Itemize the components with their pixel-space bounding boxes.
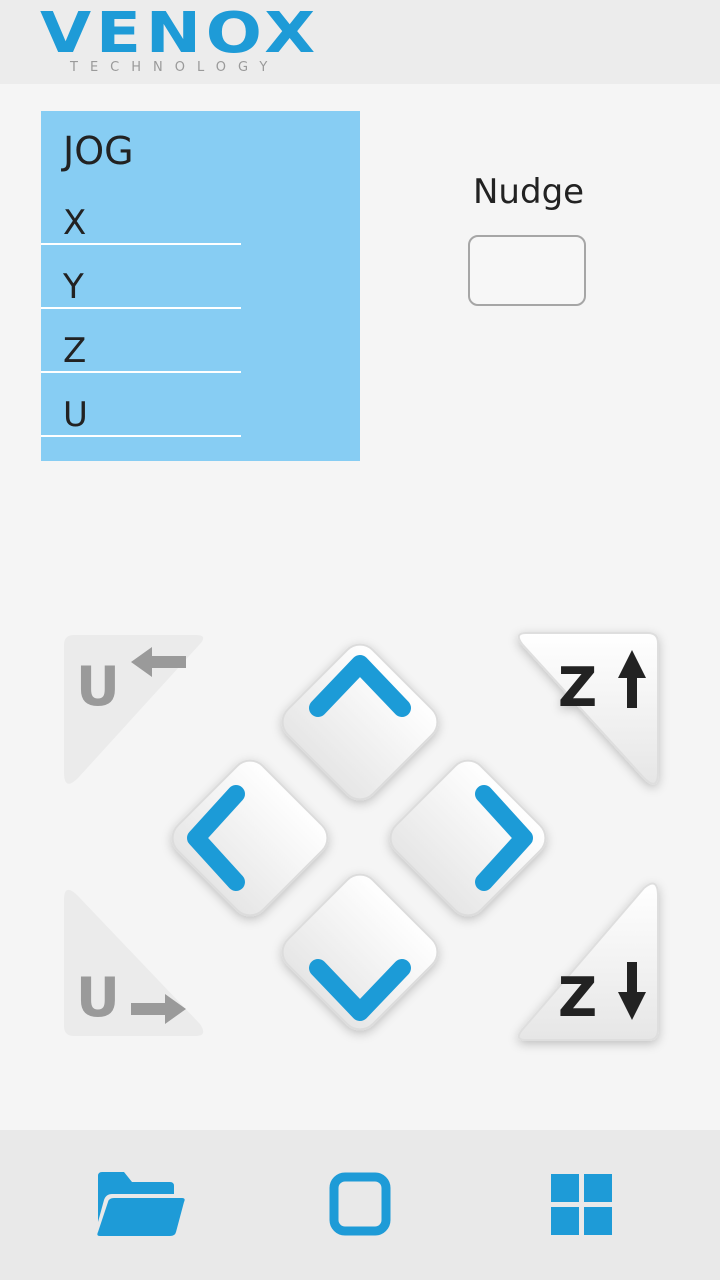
jog-pad-graphics: U U Z Z [64, 632, 659, 1041]
u-right-button[interactable]: U [64, 889, 204, 1036]
jog-up-button[interactable] [275, 637, 445, 807]
z-down-label: Z [558, 966, 597, 1029]
grid-icon [551, 1174, 612, 1235]
menu-grid-button[interactable] [551, 1174, 613, 1236]
z-down-button[interactable]: Z [517, 882, 659, 1041]
stop-button[interactable] [329, 1172, 391, 1236]
jog-right-button[interactable] [383, 753, 553, 923]
u-left-button[interactable]: U [64, 635, 204, 784]
jog-down-button[interactable] [275, 867, 445, 1037]
open-folder-button[interactable] [94, 1170, 186, 1238]
u-left-label: U [76, 655, 120, 718]
z-up-button[interactable]: Z [517, 632, 659, 785]
jog-left-button[interactable] [165, 753, 335, 923]
square-icon [329, 1172, 391, 1236]
u-right-label: U [76, 966, 120, 1029]
folder-icon [97, 1172, 185, 1236]
z-up-label: Z [558, 656, 597, 719]
